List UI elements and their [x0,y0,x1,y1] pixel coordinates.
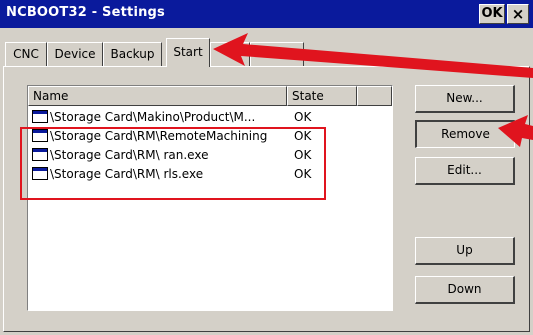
arrow-to-start-tab-icon [213,33,533,78]
annotation-arrows [213,33,533,147]
arrow-to-remove-button-icon [498,115,533,147]
tab-start[interactable]: Start [166,38,210,67]
